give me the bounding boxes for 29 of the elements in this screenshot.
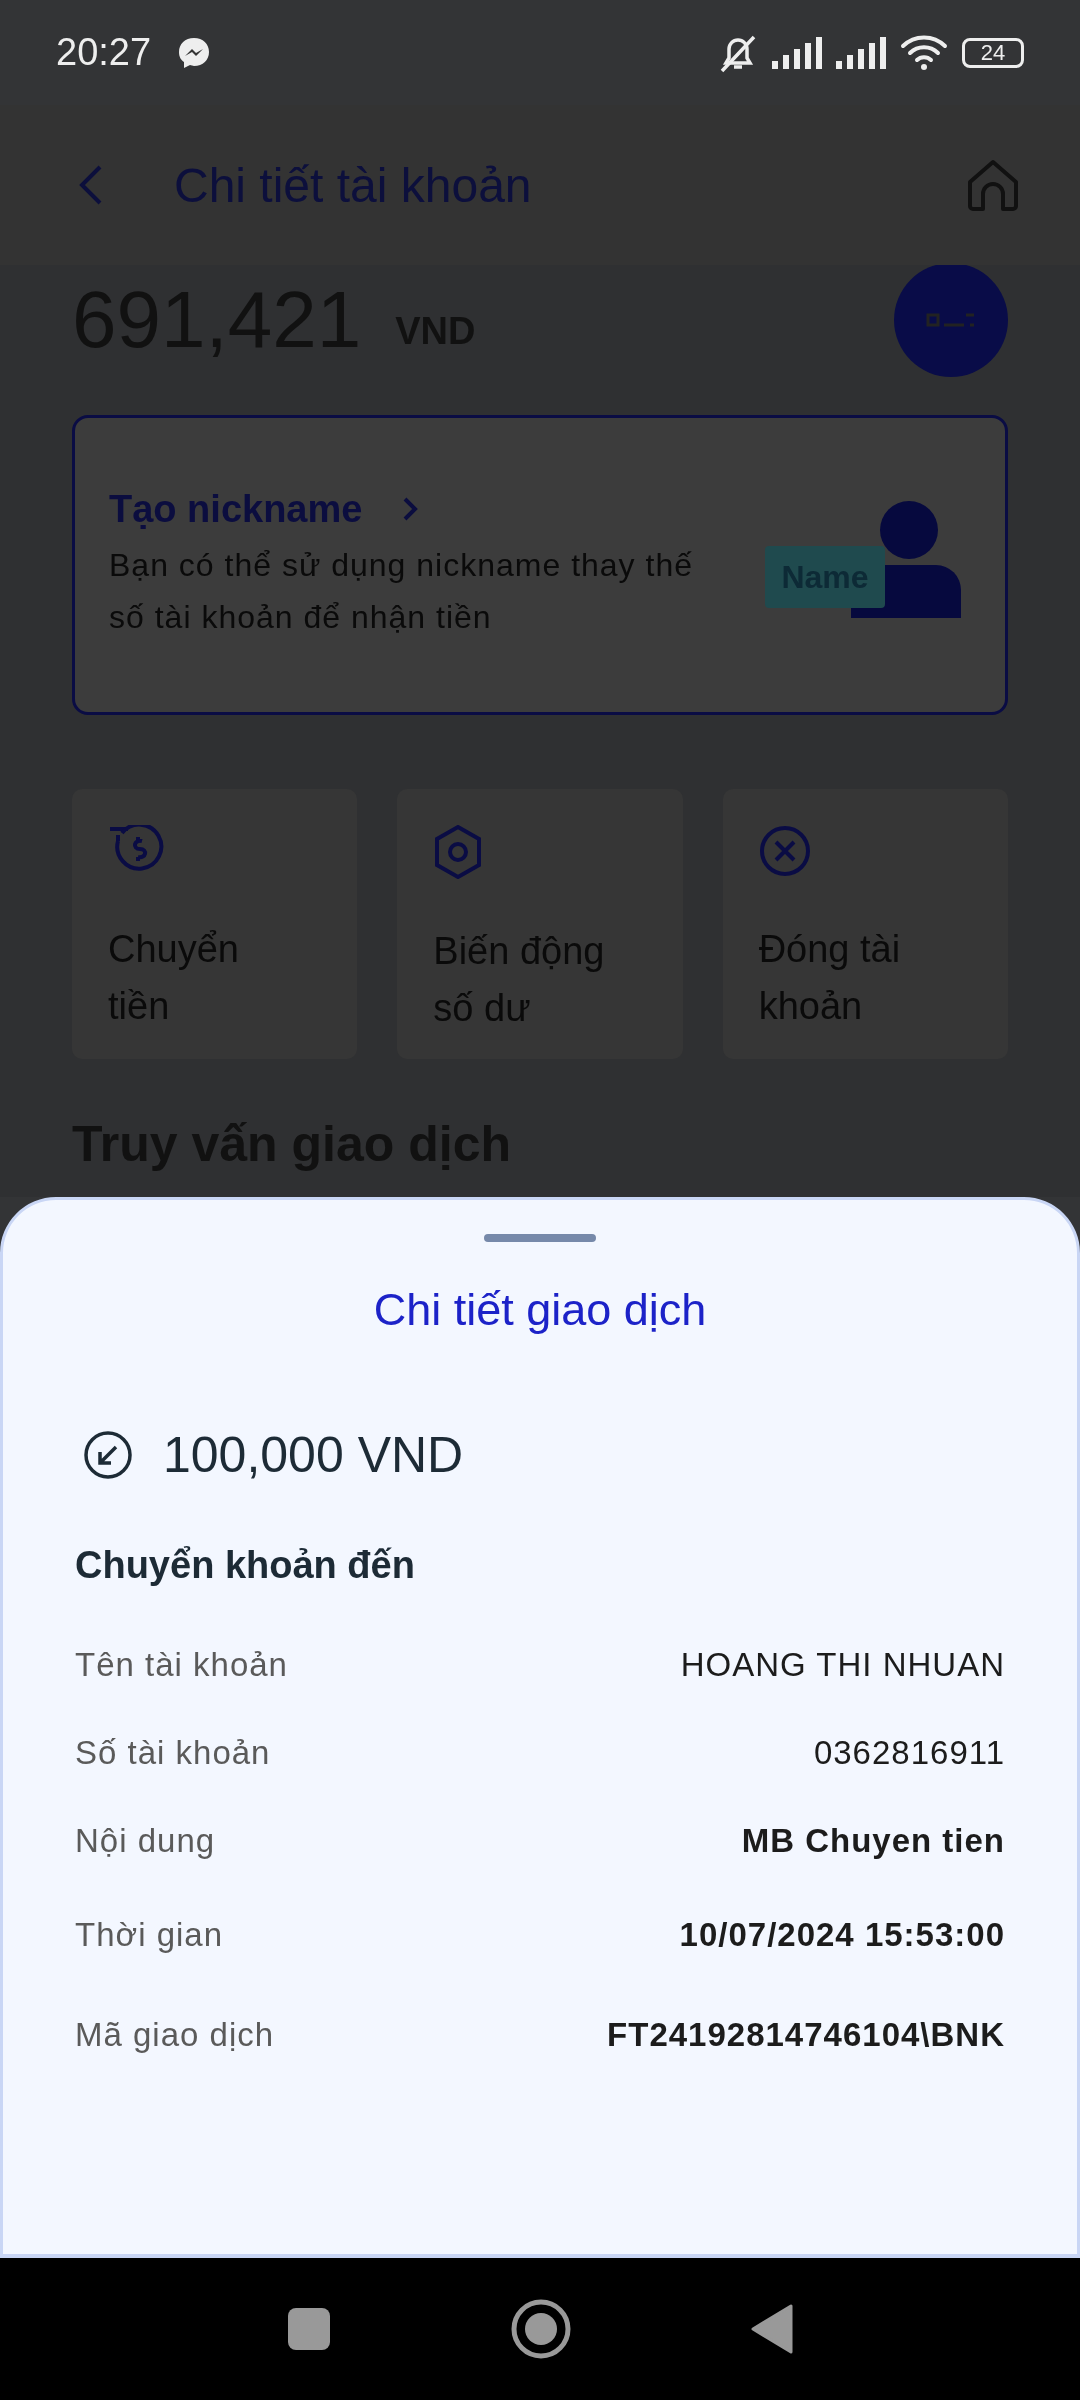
sheet-title: Chi tiết giao dịch [373, 1284, 707, 1336]
detail-value: FT24192814746104\BNK [607, 2016, 1005, 2054]
detail-label: Nội dung [75, 1822, 216, 1860]
detail-label: Số tài khoản [75, 1734, 271, 1772]
signal-icon [836, 36, 886, 69]
chevron-right-icon [402, 496, 419, 522]
transaction-type: Chuyển khoản đến [75, 1544, 416, 1587]
detail-value: 10/07/2024 15:53:00 [679, 1916, 1005, 1954]
detail-label: Thời gian [75, 1916, 224, 1954]
back-triangle-icon[interactable] [751, 2304, 793, 2354]
home-circle-icon[interactable] [511, 2299, 571, 2359]
recents-icon[interactable] [287, 2307, 331, 2351]
transaction-amount: 100,000 VND [163, 1426, 464, 1484]
wifi-icon [900, 33, 948, 72]
signal-icon [772, 36, 822, 69]
close-circle-icon [758, 825, 811, 877]
clock-time: 20:27 [56, 31, 152, 74]
home-icon[interactable] [966, 158, 1020, 212]
back-icon[interactable] [78, 163, 104, 207]
detail-label: Tên tài khoản [75, 1646, 288, 1684]
hexagon-icon [433, 825, 484, 879]
drag-handle[interactable] [484, 1234, 596, 1242]
battery-indicator: 24 [962, 37, 1024, 68]
detail-value: 0362816911 [813, 1734, 1005, 1772]
detail-value: HOANG THI NHUAN [680, 1646, 1005, 1684]
detail-value: MB Chuyen tien [741, 1822, 1005, 1860]
detail-label: Mã giao dịch [75, 2016, 275, 2054]
qr-icon [926, 313, 976, 327]
messenger-icon [177, 35, 212, 70]
